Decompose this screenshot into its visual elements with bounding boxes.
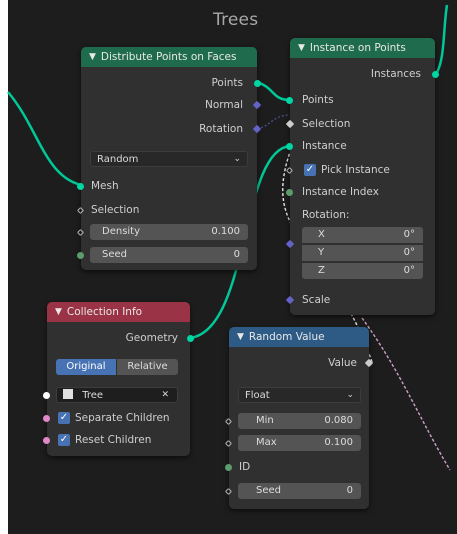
rotation-label: Rotation: [302, 209, 350, 221]
transform-original-button[interactable]: Original [56, 359, 116, 375]
rotation-z-field[interactable]: Z 0° [302, 263, 423, 279]
chevron-down-icon[interactable]: ▼ [55, 307, 62, 317]
node-title: Instance on Points [309, 42, 406, 54]
chevron-down-icon[interactable]: ▼ [89, 52, 96, 62]
output-rotation-label: Rotation [199, 123, 243, 135]
input-instance-label: Instance [302, 140, 347, 152]
output-geometry-socket[interactable] [187, 335, 194, 342]
rotation-z-label: Z [318, 265, 325, 276]
node-header[interactable]: ▼ Random Value [229, 327, 369, 347]
distribute-method-value: Random [97, 154, 139, 165]
reset-children-label: Reset Children [75, 434, 152, 446]
rotation-x-value: 0° [403, 229, 415, 240]
frame-title: Trees [213, 10, 259, 30]
max-label: Max [256, 437, 277, 448]
seed-field[interactable]: Seed 0 [90, 247, 248, 263]
node-title: Collection Info [66, 306, 143, 318]
rotation-y-value: 0° [403, 247, 415, 258]
reset-children-checkbox[interactable]: ✓ [58, 434, 70, 446]
node-header[interactable]: ▼ Instance on Points [290, 38, 435, 58]
node-collection-info[interactable]: ▼ Collection Info Geometry Original Rela… [43, 302, 194, 456]
max-field[interactable]: Max 0.100 [238, 435, 361, 451]
output-geometry-label: Geometry [125, 332, 178, 344]
input-instance-index-socket[interactable] [286, 189, 293, 196]
pick-instance-checkbox[interactable]: ✓ [304, 164, 316, 176]
input-id-label: ID [239, 461, 251, 473]
data-type-select[interactable]: Float ⌄ [238, 387, 361, 403]
input-reset-children-socket[interactable] [43, 437, 50, 444]
min-field[interactable]: Min 0.080 [238, 413, 361, 429]
density-label: Density [102, 226, 141, 237]
max-value: 0.100 [324, 437, 353, 448]
rotation-x-field[interactable]: X 0° [302, 227, 423, 243]
pick-instance-label: Pick Instance [321, 164, 390, 176]
input-scale-label: Scale [302, 294, 331, 306]
input-mesh-socket[interactable] [77, 183, 84, 190]
collection-field[interactable]: Tree ✕ [56, 387, 178, 403]
input-separate-children-socket[interactable] [43, 415, 50, 422]
density-value: 0.100 [211, 226, 240, 237]
input-seed-socket[interactable] [77, 252, 84, 259]
collection-value: Tree [82, 390, 104, 401]
rotation-x-label: X [318, 229, 325, 240]
chevron-down-icon[interactable]: ▼ [237, 332, 244, 342]
chevron-down-icon: ⌄ [233, 154, 241, 164]
node-instance-on-points[interactable]: ▼ Instance on Points Instances Points Se… [285, 38, 439, 315]
distribute-method-select[interactable]: Random ⌄ [90, 151, 248, 167]
density-field[interactable]: Density 0.100 [90, 224, 248, 240]
node-distribute-points[interactable]: ▼ Distribute Points on Faces Points Norm… [76, 47, 262, 270]
seed-value: 0 [233, 249, 240, 260]
min-value: 0.080 [324, 415, 353, 426]
input-points-socket[interactable] [286, 97, 293, 104]
output-points-socket[interactable] [254, 80, 261, 87]
input-instance-socket[interactable] [286, 143, 293, 150]
input-mesh-label: Mesh [91, 180, 119, 192]
seed-field[interactable]: Seed 0 [238, 483, 361, 499]
output-instances-label: Instances [370, 68, 421, 80]
input-selection-label: Selection [91, 204, 140, 216]
node-header[interactable]: ▼ Collection Info [47, 302, 190, 322]
output-instances-socket[interactable] [432, 71, 439, 78]
output-points-label: Points [211, 77, 243, 89]
node-title: Random Value [248, 331, 325, 343]
input-collection-socket[interactable] [43, 392, 50, 399]
node-title: Distribute Points on Faces [100, 51, 237, 63]
input-points-label: Points [302, 94, 334, 106]
node-random-value[interactable]: ▼ Random Value Value Float ⌄ Min 0.080 M… [224, 327, 374, 509]
rotation-y-field[interactable]: Y 0° [302, 245, 423, 261]
separate-children-label: Separate Children [75, 412, 170, 424]
input-selection-label: Selection [302, 118, 351, 130]
node-header[interactable]: ▼ Distribute Points on Faces [81, 47, 257, 67]
instance-index-label: Instance Index [302, 186, 379, 198]
transform-relative-button[interactable]: Relative [117, 359, 178, 375]
rotation-y-label: Y [318, 247, 325, 258]
rotation-z-value: 0° [403, 265, 415, 276]
min-label: Min [256, 415, 274, 426]
output-normal-label: Normal [205, 99, 243, 111]
clear-icon[interactable]: ✕ [161, 388, 169, 403]
chevron-down-icon: ⌄ [346, 390, 354, 400]
data-type-value: Float [245, 390, 270, 401]
collection-icon [63, 389, 73, 399]
input-id-socket[interactable] [225, 464, 232, 471]
chevron-down-icon[interactable]: ▼ [298, 43, 305, 53]
seed-label: Seed [256, 485, 281, 496]
output-value-label: Value [328, 357, 357, 369]
seed-label: Seed [102, 249, 127, 260]
separate-children-checkbox[interactable]: ✓ [58, 412, 70, 424]
seed-value: 0 [346, 485, 353, 496]
